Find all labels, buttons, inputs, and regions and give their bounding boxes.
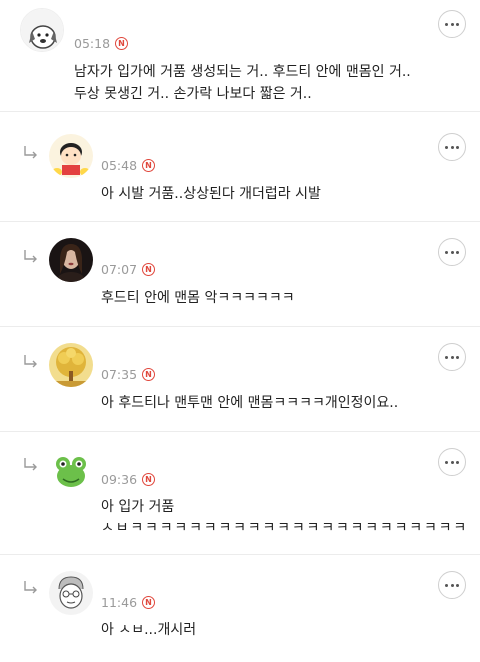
comment-item: 09:36 N 아 입가 거품 ㅅㅂㅋㅋㅋㅋㅋㅋㅋㅋㅋㅋㅋㅋㅋㅋㅋㅋㅋㅋㅋㅋㅋㅋ… — [0, 432, 480, 555]
comment-meta: 07:07 N — [101, 262, 156, 277]
sketch-face-avatar-icon[interactable] — [49, 571, 93, 615]
comment-meta: 09:36 N — [101, 472, 156, 487]
comment-time: 05:18 — [74, 36, 111, 51]
cartoon-boy-avatar-icon[interactable] — [49, 134, 93, 178]
new-badge: N — [142, 159, 156, 172]
new-badge: N — [142, 473, 156, 486]
comment-text-line: 후드티 안에 맨몸 악ㅋㅋㅋㅋㅋㅋ — [101, 290, 295, 306]
comment-text-line: 두상 못생긴 거.. 손가락 나보다 짧은 거.. — [74, 86, 312, 102]
frog-avatar-icon[interactable] — [49, 448, 93, 492]
reply-arrow-icon — [24, 458, 37, 471]
more-options-button[interactable] — [438, 133, 466, 161]
comment-time: 09:36 — [101, 472, 138, 487]
comment-text-line: 아 ㅅㅂ...개시러 — [101, 622, 197, 638]
comment-time: 07:35 — [101, 367, 138, 382]
comment-time: 05:48 — [101, 158, 138, 173]
dot-icon — [450, 22, 454, 26]
comment-item: 05:48 N 아 시발 거품..상상된다 개더럽라 시발 — [0, 112, 480, 222]
more-options-button[interactable] — [438, 343, 466, 371]
dot-icon — [445, 22, 448, 26]
new-badge: N — [142, 368, 156, 381]
woman-portrait-avatar-icon[interactable] — [49, 238, 93, 282]
comment-text-line: 아 시발 거품..상상된다 개더럽라 시발 — [101, 186, 321, 202]
comment-text-line: ㅅㅂㅋㅋㅋㅋㅋㅋㅋㅋㅋㅋㅋㅋㅋㅋㅋㅋㅋㅋㅋㅋㅋㅋㅋ — [101, 520, 468, 536]
comment-item: 07:35 N 아 후드티나 맨투맨 안에 맨몸ㅋㅋㅋㅋ개인정이요.. — [0, 327, 480, 432]
dot-icon — [450, 145, 454, 149]
comment-meta: 07:35 N — [101, 367, 156, 382]
more-options-button[interactable] — [438, 238, 466, 266]
comment-time: 11:46 — [101, 595, 138, 610]
reply-arrow-icon — [24, 250, 37, 263]
new-badge: N — [115, 37, 129, 50]
new-badge: N — [142, 596, 156, 609]
comment-meta: 05:18 N — [74, 36, 129, 51]
golden-tree-avatar-icon[interactable] — [49, 343, 93, 387]
dot-icon — [445, 250, 448, 254]
dot-icon — [456, 250, 459, 254]
comment-item: 11:46 N 아 ㅅㅂ...개시러 — [0, 555, 480, 662]
dot-icon — [450, 355, 454, 359]
new-badge: N — [142, 263, 156, 276]
dot-icon — [445, 355, 448, 359]
dot-icon — [456, 460, 459, 464]
dot-icon — [456, 145, 459, 149]
comment-text-line: 아 후드티나 맨투맨 안에 맨몸ㅋㅋㅋㅋ개인정이요.. — [101, 395, 399, 411]
dot-icon — [445, 145, 448, 149]
dot-icon — [450, 460, 454, 464]
reply-arrow-icon — [24, 355, 37, 368]
comment-item: 07:07 N 후드티 안에 맨몸 악ㅋㅋㅋㅋㅋㅋ — [0, 222, 480, 327]
reply-arrow-icon — [24, 146, 37, 159]
comment-time: 07:07 — [101, 262, 138, 277]
comment-meta: 11:46 N — [101, 595, 156, 610]
dot-icon — [445, 460, 448, 464]
dot-icon — [450, 250, 454, 254]
more-options-button[interactable] — [438, 10, 466, 38]
dot-icon — [456, 355, 459, 359]
more-options-button[interactable] — [438, 571, 466, 599]
dot-icon — [450, 583, 454, 587]
dog-avatar-icon[interactable] — [20, 8, 64, 52]
dot-icon — [445, 583, 448, 587]
reply-arrow-icon — [24, 581, 37, 594]
comment-text-line: 남자가 입가에 거품 생성되는 거.. 후드티 안에 맨몸인 거.. — [74, 64, 411, 80]
comment-item: 05:18 N 남자가 입가에 거품 생성되는 거.. 후드티 안에 맨몸인 거… — [0, 0, 480, 112]
dot-icon — [456, 22, 459, 26]
comment-meta: 05:48 N — [101, 158, 156, 173]
more-options-button[interactable] — [438, 448, 466, 476]
dot-icon — [456, 583, 459, 587]
